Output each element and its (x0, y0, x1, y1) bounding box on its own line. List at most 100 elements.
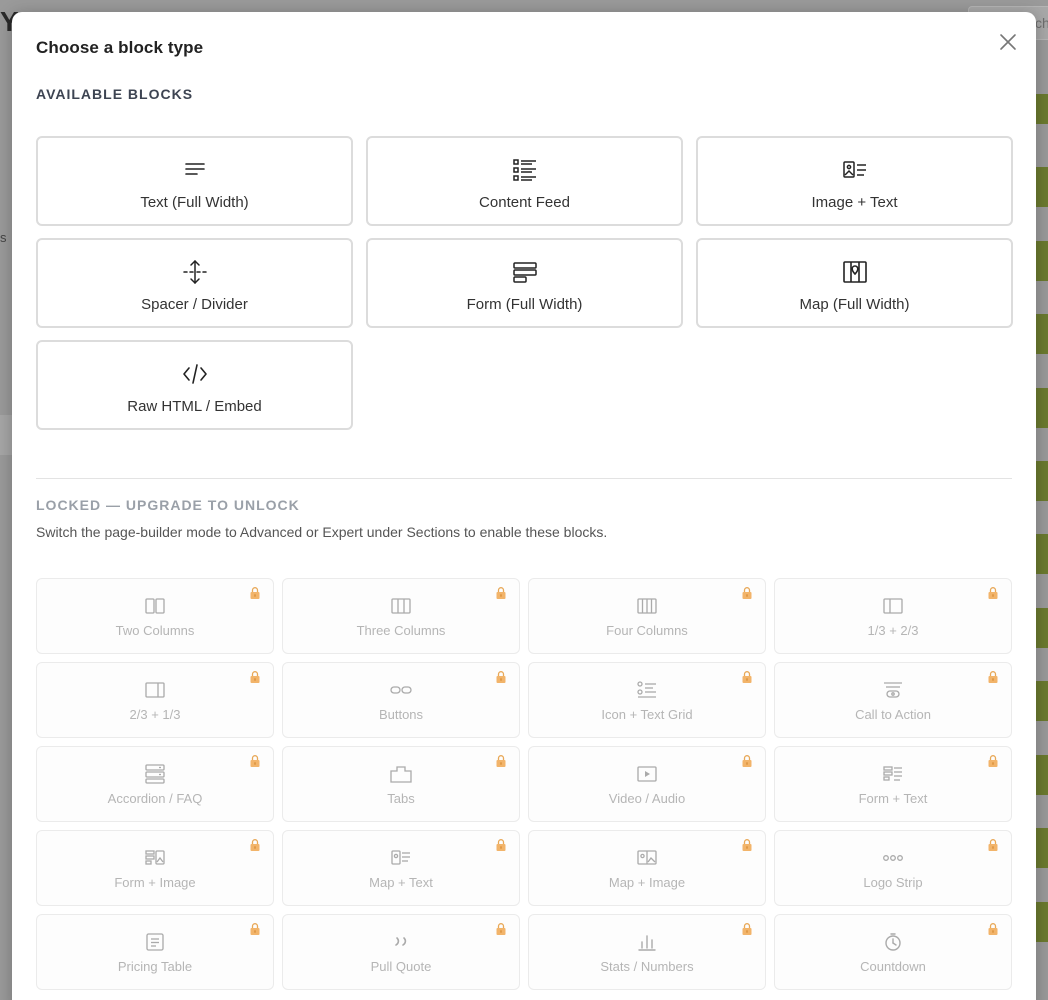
close-icon (1000, 34, 1016, 50)
block-label: Video / Audio (608, 791, 686, 806)
block-label: Map + Image (608, 875, 686, 890)
locked-card-two-columns: Two Columns (36, 578, 274, 654)
block-label: Four Columns (606, 623, 688, 638)
background-accent-bar (1036, 755, 1048, 795)
lock-icon (988, 839, 998, 851)
available-blocks-heading: AVAILABLE BLOCKS (36, 86, 194, 102)
block-label: Logo Strip (863, 875, 923, 890)
form-image-icon (144, 848, 166, 868)
pull-quote-icon (390, 932, 412, 952)
locked-card-icon-text-grid: Icon + Text Grid (528, 662, 766, 738)
locked-blocks-grid: Two Columns Three Columns Four Columns 1… (36, 578, 1012, 990)
locked-card-map-text: Map + Text (282, 830, 520, 906)
locked-card-four-columns: Four Columns (528, 578, 766, 654)
lock-icon (742, 923, 752, 935)
background-accent-bar (1036, 681, 1048, 721)
form-icon (512, 260, 538, 284)
buttons-icon (389, 680, 413, 700)
background-band (0, 415, 12, 455)
background-accent-bar (1036, 534, 1048, 574)
block-label: Map + Text (369, 875, 433, 890)
block-card-spacer-divider[interactable]: Spacer / Divider (36, 238, 353, 328)
logo-strip-icon (881, 848, 905, 868)
background-side-text: s (0, 230, 7, 245)
block-card-text-full-width[interactable]: Text (Full Width) (36, 136, 353, 226)
block-label: Buttons (378, 707, 424, 722)
locked-card-three-columns: Three Columns (282, 578, 520, 654)
three-columns-icon (390, 596, 412, 616)
lock-icon (496, 587, 506, 599)
locked-blocks-heading: LOCKED — UPGRADE TO UNLOCK (36, 497, 300, 513)
locked-card-map-image: Map + Image (528, 830, 766, 906)
image-text-icon (842, 158, 868, 182)
locked-card-form-text: Form + Text (774, 746, 1012, 822)
locked-card-stats-numbers: Stats / Numbers (528, 914, 766, 990)
available-blocks-grid: Text (Full Width) Content Feed Image + T… (36, 136, 1013, 430)
lock-icon (742, 839, 752, 851)
block-label: Tabs (387, 791, 415, 806)
background-accent-bar (1036, 902, 1048, 942)
lock-icon (250, 671, 260, 683)
locked-card-two-thirds-one-third: 2/3 + 1/3 (36, 662, 274, 738)
map-image-icon (636, 848, 658, 868)
two-thirds-one-third-icon (144, 680, 166, 700)
block-label: 1/3 + 2/3 (867, 623, 919, 638)
video-icon (636, 764, 658, 784)
block-label: Icon + Text Grid (601, 707, 693, 722)
locked-card-logo-strip: Logo Strip (774, 830, 1012, 906)
text-lines-icon (183, 158, 207, 182)
block-card-map-full-width[interactable]: Map (Full Width) (696, 238, 1013, 328)
block-card-form-full-width[interactable]: Form (Full Width) (366, 238, 683, 328)
locked-card-pull-quote: Pull Quote (282, 914, 520, 990)
locked-description: Switch the page-builder mode to Advanced… (36, 524, 608, 540)
block-label: Three Columns (356, 623, 446, 638)
background-accent-bar (1036, 241, 1048, 281)
one-third-two-thirds-icon (882, 596, 904, 616)
two-columns-icon (144, 596, 166, 616)
lock-icon (250, 839, 260, 851)
stats-icon (636, 932, 658, 952)
block-label: Countdown (860, 959, 926, 974)
block-card-content-feed[interactable]: Content Feed (366, 136, 683, 226)
block-type-modal: Choose a block type AVAILABLE BLOCKS Tex… (12, 12, 1036, 1000)
four-columns-icon (636, 596, 658, 616)
block-card-image-text[interactable]: Image + Text (696, 136, 1013, 226)
close-button[interactable] (996, 30, 1020, 54)
background-accent-bar (1036, 388, 1048, 428)
block-card-raw-html-embed[interactable]: Raw HTML / Embed (36, 340, 353, 430)
block-label: Two Columns (115, 623, 195, 638)
block-label: Pricing Table (117, 959, 193, 974)
background-accent-bar (1036, 167, 1048, 207)
spacer-icon (182, 259, 208, 285)
block-label: Text (Full Width) (140, 194, 249, 211)
lock-icon (988, 671, 998, 683)
background-accent-bar (1036, 608, 1048, 648)
block-label: Call to Action (855, 707, 931, 722)
countdown-icon (882, 932, 904, 952)
map-icon (842, 260, 868, 284)
block-label: Pull Quote (370, 959, 432, 974)
locked-card-call-to-action: Call to Action (774, 662, 1012, 738)
lock-icon (988, 755, 998, 767)
block-label: Map (Full Width) (799, 296, 910, 313)
lock-icon (742, 671, 752, 683)
block-label: 2/3 + 1/3 (129, 707, 181, 722)
block-label: Form + Text (858, 791, 928, 806)
lock-icon (988, 587, 998, 599)
locked-card-pricing-table: Pricing Table (36, 914, 274, 990)
block-label: Image + Text (811, 194, 898, 211)
call-to-action-icon (882, 680, 904, 700)
locked-card-buttons: Buttons (282, 662, 520, 738)
locked-card-video-audio: Video / Audio (528, 746, 766, 822)
background-accent-bar (1036, 461, 1048, 501)
section-divider (36, 478, 1012, 479)
block-label: Accordion / FAQ (107, 791, 203, 806)
code-icon (182, 362, 208, 386)
block-label: Raw HTML / Embed (127, 398, 262, 415)
modal-title: Choose a block type (36, 38, 204, 57)
lock-icon (988, 923, 998, 935)
lock-icon (250, 923, 260, 935)
accordion-icon (144, 764, 166, 784)
locked-card-form-image: Form + Image (36, 830, 274, 906)
lock-icon (496, 755, 506, 767)
